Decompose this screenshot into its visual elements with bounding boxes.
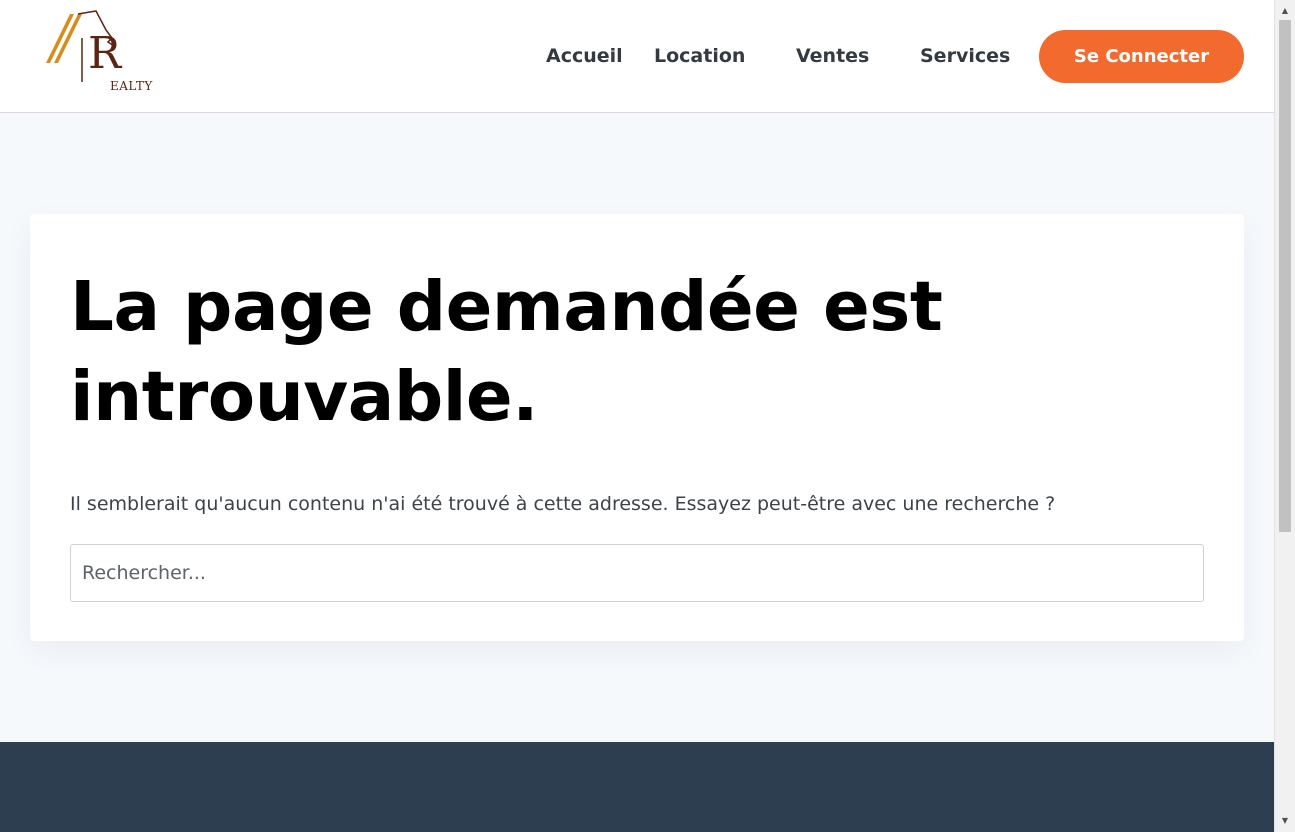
nav-item-ventes[interactable]: Ventes — [796, 42, 869, 70]
login-button[interactable]: Se Connecter — [1039, 30, 1244, 83]
page-scrollbar[interactable]: ▲ ▼ — [1274, 0, 1295, 832]
page: R EALTY Accueil Location Ventes Services… — [0, 0, 1274, 832]
scrollbar-thumb[interactable] — [1279, 20, 1291, 532]
page-title: La page demandée est introuvable. — [70, 267, 943, 437]
site-footer — [0, 742, 1274, 832]
arrow-down-icon[interactable]: ▼ — [1275, 812, 1295, 830]
not-found-message: Il semblerait qu'aucun contenu n'ai été … — [70, 493, 1056, 515]
nav-item-location[interactable]: Location — [654, 42, 745, 70]
arrow-up-icon[interactable]: ▲ — [1275, 2, 1295, 20]
main-nav: Accueil Location Ventes Services Se Conn… — [0, 0, 1274, 112]
site-header: R EALTY Accueil Location Ventes Services… — [0, 0, 1274, 113]
search-input[interactable] — [70, 544, 1204, 602]
nav-item-accueil[interactable]: Accueil — [546, 42, 623, 70]
not-found-card: La page demandée est introuvable. Il sem… — [30, 214, 1244, 641]
nav-item-services[interactable]: Services — [920, 42, 1010, 70]
